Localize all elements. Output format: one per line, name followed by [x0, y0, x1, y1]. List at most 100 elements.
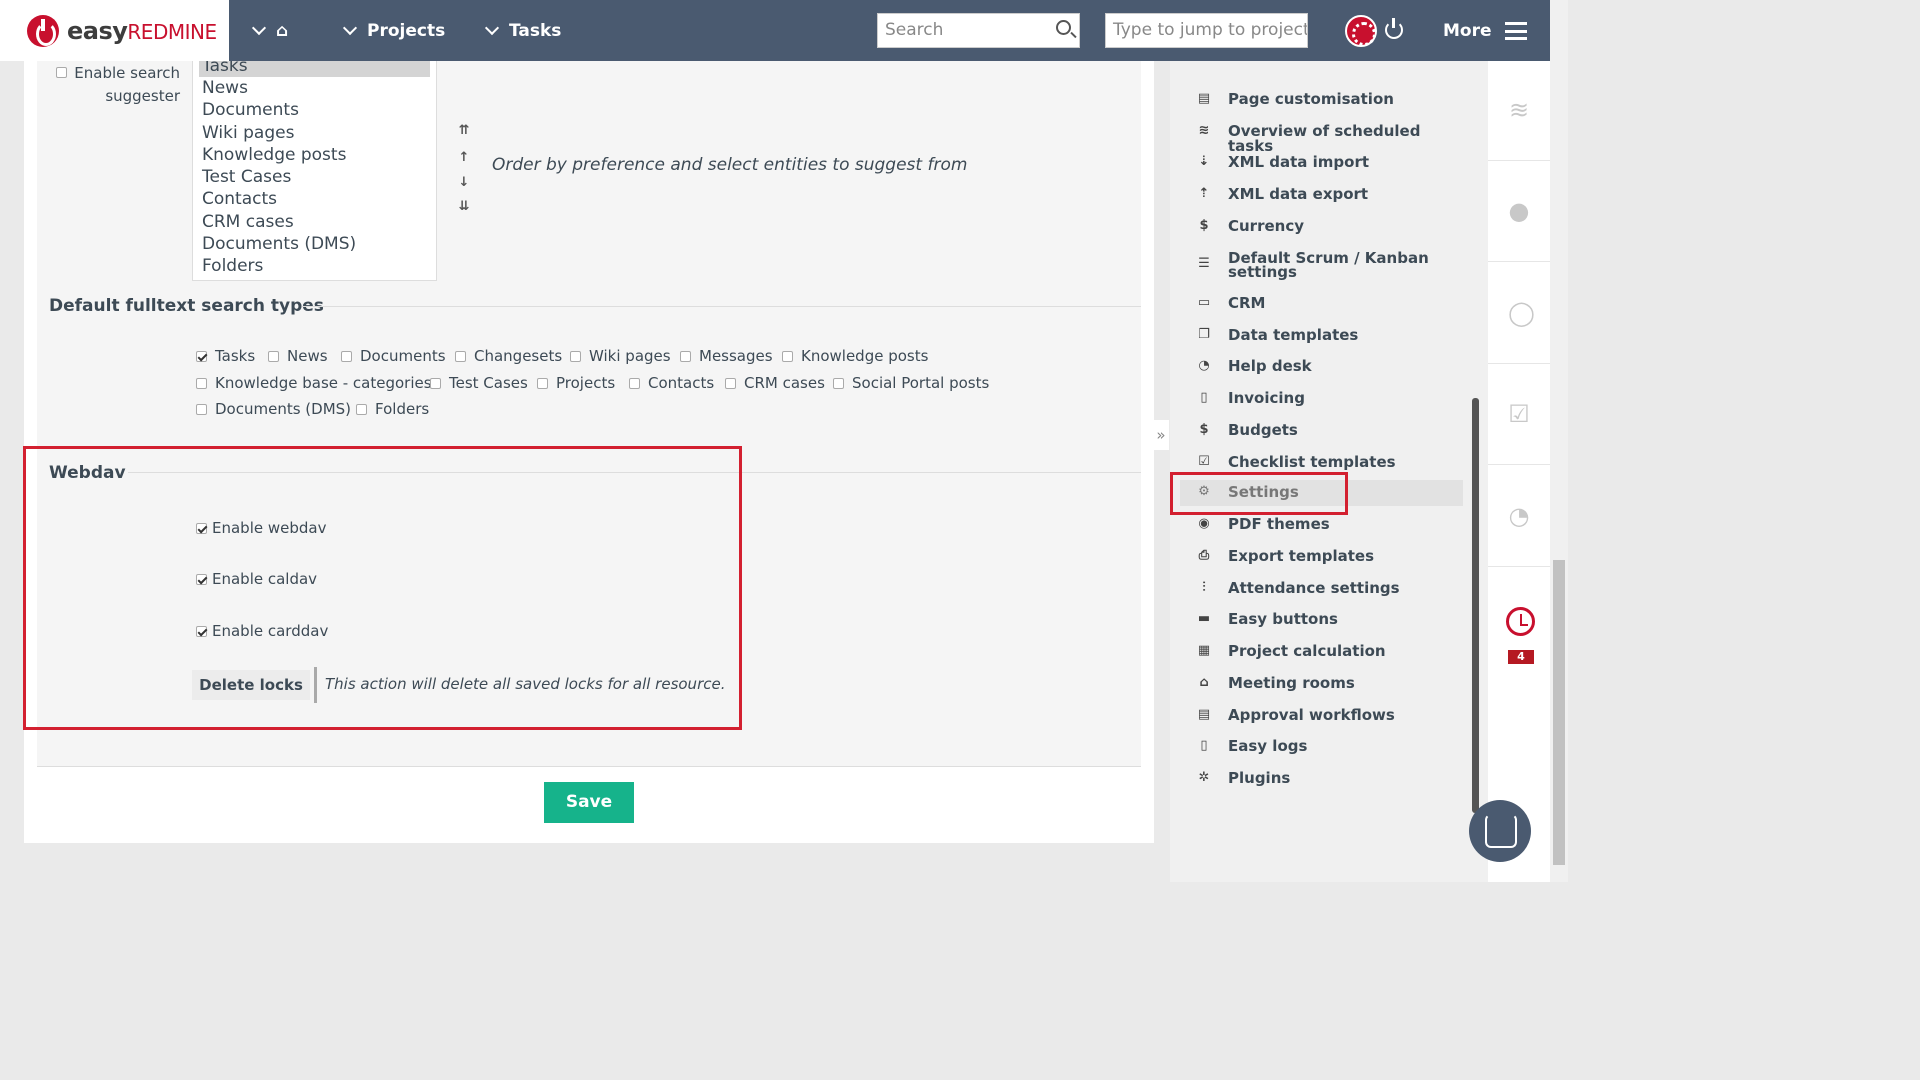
home-icon: ⌂ [276, 20, 289, 41]
timer-icon[interactable] [1506, 607, 1535, 636]
checkbox[interactable] [196, 351, 207, 362]
checkbox[interactable] [782, 351, 793, 362]
fulltext-option[interactable]: Contacts [629, 374, 714, 392]
move-up-button[interactable]: ↑ [455, 150, 473, 165]
rail-ideas[interactable]: ◯ [1488, 264, 1550, 364]
checkbox[interactable] [537, 378, 548, 389]
power-icon[interactable] [1385, 18, 1403, 39]
sidebar-item-plugins[interactable]: ✲ Plugins [1180, 771, 1463, 786]
search-placeholder: Search [885, 20, 944, 40]
sidebar-item-meeting-rooms[interactable]: ⌂ Meeting rooms [1180, 676, 1463, 691]
fulltext-option[interactable]: News [268, 347, 328, 365]
list-item[interactable]: Documents (DMS) [193, 233, 436, 255]
home-menu[interactable]: ⌂ [251, 0, 289, 61]
checkbox[interactable] [430, 378, 441, 389]
calculator-icon: ▦ [1197, 643, 1211, 658]
top-navigation-bar: easyREDMINE ⌂ Projects Tasks Search Type… [0, 0, 1550, 61]
chevron-down-icon [484, 20, 500, 35]
sidebar-item-crm[interactable]: ▭ CRM [1180, 296, 1463, 311]
move-to-top-button[interactable]: ⇈ [455, 123, 473, 138]
fulltext-option[interactable]: Knowledge posts [782, 347, 928, 365]
sidebar-item-scrum-kanban[interactable]: ☰ Default Scrum / Kanban settings [1180, 251, 1463, 280]
save-button[interactable]: Save [544, 782, 634, 823]
sidebar-item-invoicing[interactable]: ▯ Invoicing [1180, 391, 1463, 406]
tasks-menu[interactable]: Tasks [484, 0, 561, 61]
checkbox[interactable] [196, 404, 207, 415]
list-item[interactable]: Folders [193, 255, 436, 277]
sidebar-item-data-templates[interactable]: ❐ Data templates [1180, 328, 1463, 343]
list-item[interactable]: Contacts [193, 188, 436, 210]
settings-highlight-box [1170, 472, 1348, 515]
upload-icon: ⇡ [1198, 186, 1210, 201]
list-item[interactable]: Knowledge posts [193, 144, 436, 166]
collapse-sidebar-toggle[interactable]: » [1153, 420, 1169, 450]
checkbox[interactable] [455, 351, 466, 362]
download-icon: ⇣ [1198, 154, 1210, 169]
sidebar-item-budgets[interactable]: $ Budgets [1180, 423, 1463, 438]
fulltext-option[interactable]: Projects [537, 374, 615, 392]
fulltext-option[interactable]: Messages [680, 347, 773, 365]
list-item[interactable]: Tasks [199, 61, 430, 77]
fulltext-option[interactable]: Documents (DMS) [196, 400, 351, 418]
move-down-button[interactable]: ↓ [455, 175, 473, 190]
sidebar-item-scheduled-tasks[interactable]: ≋ Overview of scheduled tasks [1180, 124, 1463, 154]
fulltext-option[interactable]: Knowledge base - categories [196, 374, 432, 392]
page-scrollbar-thumb[interactable] [1553, 560, 1565, 865]
webdav-highlight-box [23, 446, 742, 730]
checkbox[interactable] [629, 378, 640, 389]
fulltext-option[interactable]: Social Portal posts [833, 374, 989, 392]
sidebar-item-easy-logs[interactable]: ▯ Easy logs [1180, 739, 1463, 754]
sidebar-item-help-desk[interactable]: ◔ Help desk [1180, 359, 1463, 374]
fulltext-option[interactable]: CRM cases [725, 374, 825, 392]
sidebar-item-export-templates[interactable]: ⎙ Export templates [1180, 549, 1463, 564]
sidebar-item-approval-workflows[interactable]: ▤ Approval workflows [1180, 708, 1463, 723]
suggester-entity-list[interactable]: Tasks News Documents Wiki pages Knowledg… [192, 61, 437, 281]
fulltext-option[interactable]: Tasks [196, 347, 255, 365]
sidebar-item-pdf-themes[interactable]: ◉ PDF themes [1180, 517, 1463, 532]
sidebar-item-project-calculation[interactable]: ▦ Project calculation [1180, 644, 1463, 659]
chat-bubble-icon[interactable] [1469, 800, 1531, 862]
search-input[interactable]: Search [877, 13, 1080, 48]
checkbox[interactable] [268, 351, 279, 362]
projects-menu[interactable]: Projects [342, 0, 445, 61]
hamburger-icon[interactable] [1505, 22, 1527, 40]
rail-activity[interactable]: ≋ [1488, 61, 1550, 161]
sidebar-item-xml-export[interactable]: ⇡ XML data export [1180, 187, 1463, 202]
list-item[interactable]: News [193, 77, 436, 99]
fulltext-option[interactable]: Wiki pages [570, 347, 671, 365]
jump-to-project-input[interactable]: Type to jump to project [1105, 13, 1308, 48]
fulltext-option[interactable]: Test Cases [430, 374, 528, 392]
fulltext-option[interactable]: Changesets [455, 347, 562, 365]
fulltext-option[interactable]: Documents [341, 347, 446, 365]
rail-user[interactable]: ● [1488, 162, 1550, 262]
checkbox[interactable] [833, 378, 844, 389]
sidebar-item-easy-buttons[interactable]: ▬ Easy buttons [1180, 612, 1463, 627]
avatar[interactable] [1345, 15, 1377, 47]
list-item[interactable]: CRM cases [193, 211, 436, 233]
checkbox[interactable] [570, 351, 581, 362]
rail-chat[interactable]: ◔ [1488, 467, 1550, 567]
checkbox[interactable] [680, 351, 691, 362]
list-item[interactable]: Wiki pages [193, 122, 436, 144]
list-item[interactable]: Documents [193, 99, 436, 121]
sidebar-item-xml-import[interactable]: ⇣ XML data import [1180, 155, 1463, 170]
checklist-icon: ☑ [1198, 454, 1210, 469]
checkbox[interactable] [341, 351, 352, 362]
order-hint-text: Order by preference and select entities … [492, 155, 968, 175]
sidebar-item-currency[interactable]: $ Currency [1180, 219, 1463, 234]
logo[interactable]: easyREDMINE [0, 0, 229, 61]
list-item[interactable]: Test Cases [193, 166, 436, 188]
search-icon[interactable] [1056, 20, 1071, 35]
rail-checklist[interactable]: ☑ [1488, 365, 1550, 465]
sidebar-item-checklist-templates[interactable]: ☑ Checklist templates [1180, 455, 1463, 470]
sidebar-item-attendance-settings[interactable]: ⫶ Attendance settings [1180, 581, 1463, 596]
sidebar-scrollbar[interactable] [1472, 398, 1479, 813]
sidebar-item-page-customisation[interactable]: ▤ Page customisation [1180, 92, 1463, 107]
checkbox[interactable] [356, 404, 367, 415]
more-menu-label[interactable]: More [1443, 0, 1492, 61]
checkbox[interactable] [725, 378, 736, 389]
checkbox[interactable] [196, 378, 207, 389]
move-to-bottom-button[interactable]: ⇊ [455, 199, 473, 214]
page-icon: ▤ [1197, 91, 1211, 106]
fulltext-option[interactable]: Folders [356, 400, 429, 418]
